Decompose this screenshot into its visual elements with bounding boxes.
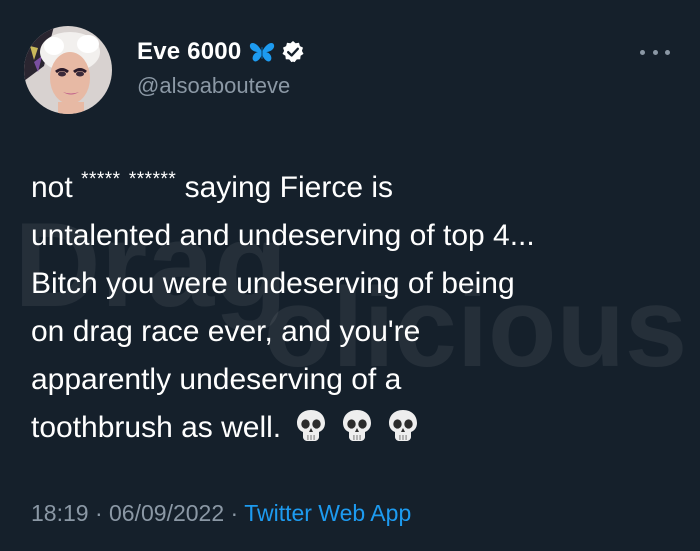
tweet-line-6: toothbrush as well. bbox=[31, 404, 681, 452]
skull-icon bbox=[343, 410, 372, 441]
tweet-meta: 18:19 · 06/09/2022 · Twitter Web App bbox=[31, 500, 411, 527]
tweet-text-segment: toothbrush as well. bbox=[31, 411, 282, 444]
tweet-time[interactable]: 18:19 bbox=[31, 500, 89, 526]
separator: · bbox=[230, 500, 239, 526]
skull-emoji-group bbox=[295, 409, 419, 443]
more-dot-icon bbox=[652, 49, 658, 55]
tweet-line-1: not ***** ****** saying Fierce is bbox=[31, 156, 681, 212]
more-options-button[interactable] bbox=[640, 44, 670, 60]
name-row: Eve 6000 bbox=[137, 36, 305, 68]
tweet-text-segment: not bbox=[31, 171, 73, 204]
tweet-date[interactable]: 06/09/2022 bbox=[109, 500, 224, 526]
tweet-text: not ***** ****** saying Fierce is untale… bbox=[31, 156, 681, 452]
separator: · bbox=[94, 500, 103, 526]
tweet-source-link[interactable]: Twitter Web App bbox=[244, 500, 411, 526]
avatar-image bbox=[24, 26, 112, 114]
more-dot-icon bbox=[640, 49, 645, 55]
avatar[interactable] bbox=[24, 26, 112, 114]
more-dot-icon bbox=[665, 49, 670, 55]
tweet-card: Drag olicious Eve 6000 @alsoabouteve not… bbox=[0, 0, 700, 551]
censored-word: ****** bbox=[128, 169, 177, 190]
tweet-line-3: Bitch you were undeserving of being bbox=[31, 267, 515, 300]
verified-badge-icon bbox=[282, 41, 304, 63]
censored-word: ***** bbox=[81, 169, 121, 190]
display-name[interactable]: Eve 6000 bbox=[137, 38, 241, 66]
tweet-line-2: untalented and undeserving of top 4... bbox=[31, 219, 535, 252]
user-handle[interactable]: @alsoabouteve bbox=[137, 73, 290, 99]
skull-icon bbox=[389, 410, 418, 441]
tweet-text-segment: saying Fierce is bbox=[184, 171, 394, 204]
tweet-line-4: on drag race ever, and you're bbox=[31, 315, 421, 348]
tweet-line-5: apparently undeserving of a bbox=[31, 363, 402, 396]
butterfly-icon bbox=[250, 43, 275, 62]
skull-icon bbox=[297, 410, 326, 441]
